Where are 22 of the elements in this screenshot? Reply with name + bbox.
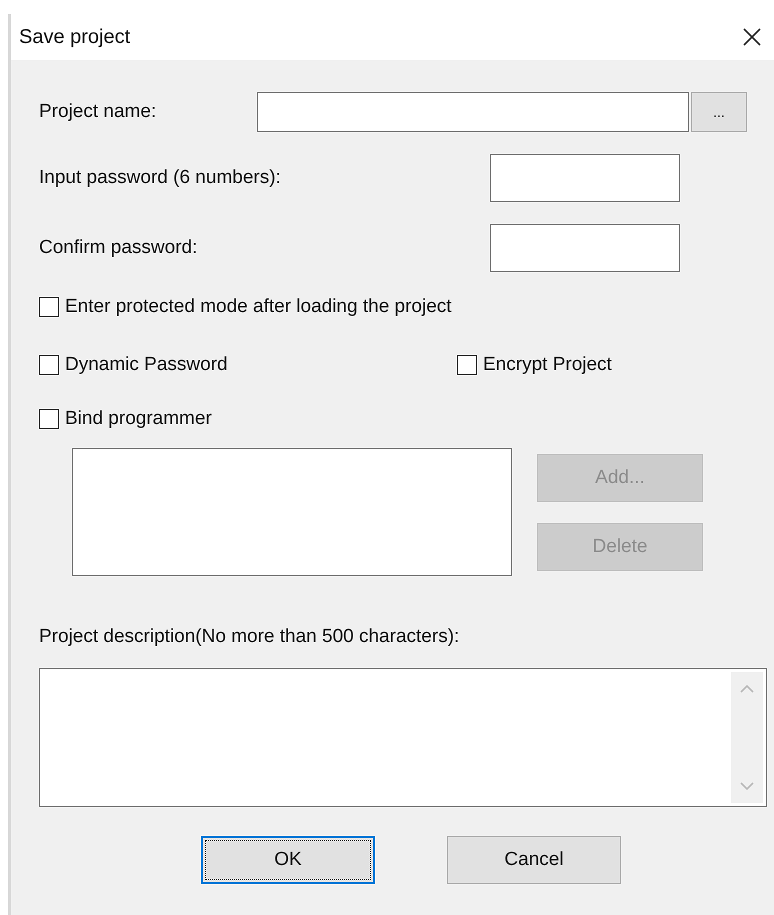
field-label: Input password (6 numbers): [39, 167, 282, 189]
checkbox[interactable] [39, 355, 59, 375]
field-label: Project name: [39, 101, 158, 123]
close-icon[interactable] [742, 27, 762, 47]
dialog-button[interactable]: Cancel [447, 836, 621, 884]
checkbox-label: Enter protected mode after loading the project [65, 296, 452, 318]
browse-button[interactable]: ... [691, 92, 747, 132]
checkbox-label: Bind programmer [65, 408, 212, 430]
checkbox-label: Dynamic Password [65, 354, 228, 376]
password-field[interactable] [490, 154, 680, 202]
field-label: Confirm password: [39, 237, 198, 259]
programmer-list[interactable] [72, 448, 512, 576]
checkbox[interactable] [39, 409, 59, 429]
checkbox[interactable] [457, 355, 477, 375]
password-field[interactable] [490, 224, 680, 272]
checkbox-label: Encrypt Project [483, 354, 612, 376]
checkbox[interactable] [39, 297, 59, 317]
description-label: Project description(No more than 500 characters): [39, 626, 460, 648]
project-name-field[interactable] [257, 92, 689, 132]
window-title: Save project [19, 26, 130, 48]
description-field[interactable] [39, 668, 767, 807]
dialog-button[interactable]: OK [201, 836, 375, 884]
